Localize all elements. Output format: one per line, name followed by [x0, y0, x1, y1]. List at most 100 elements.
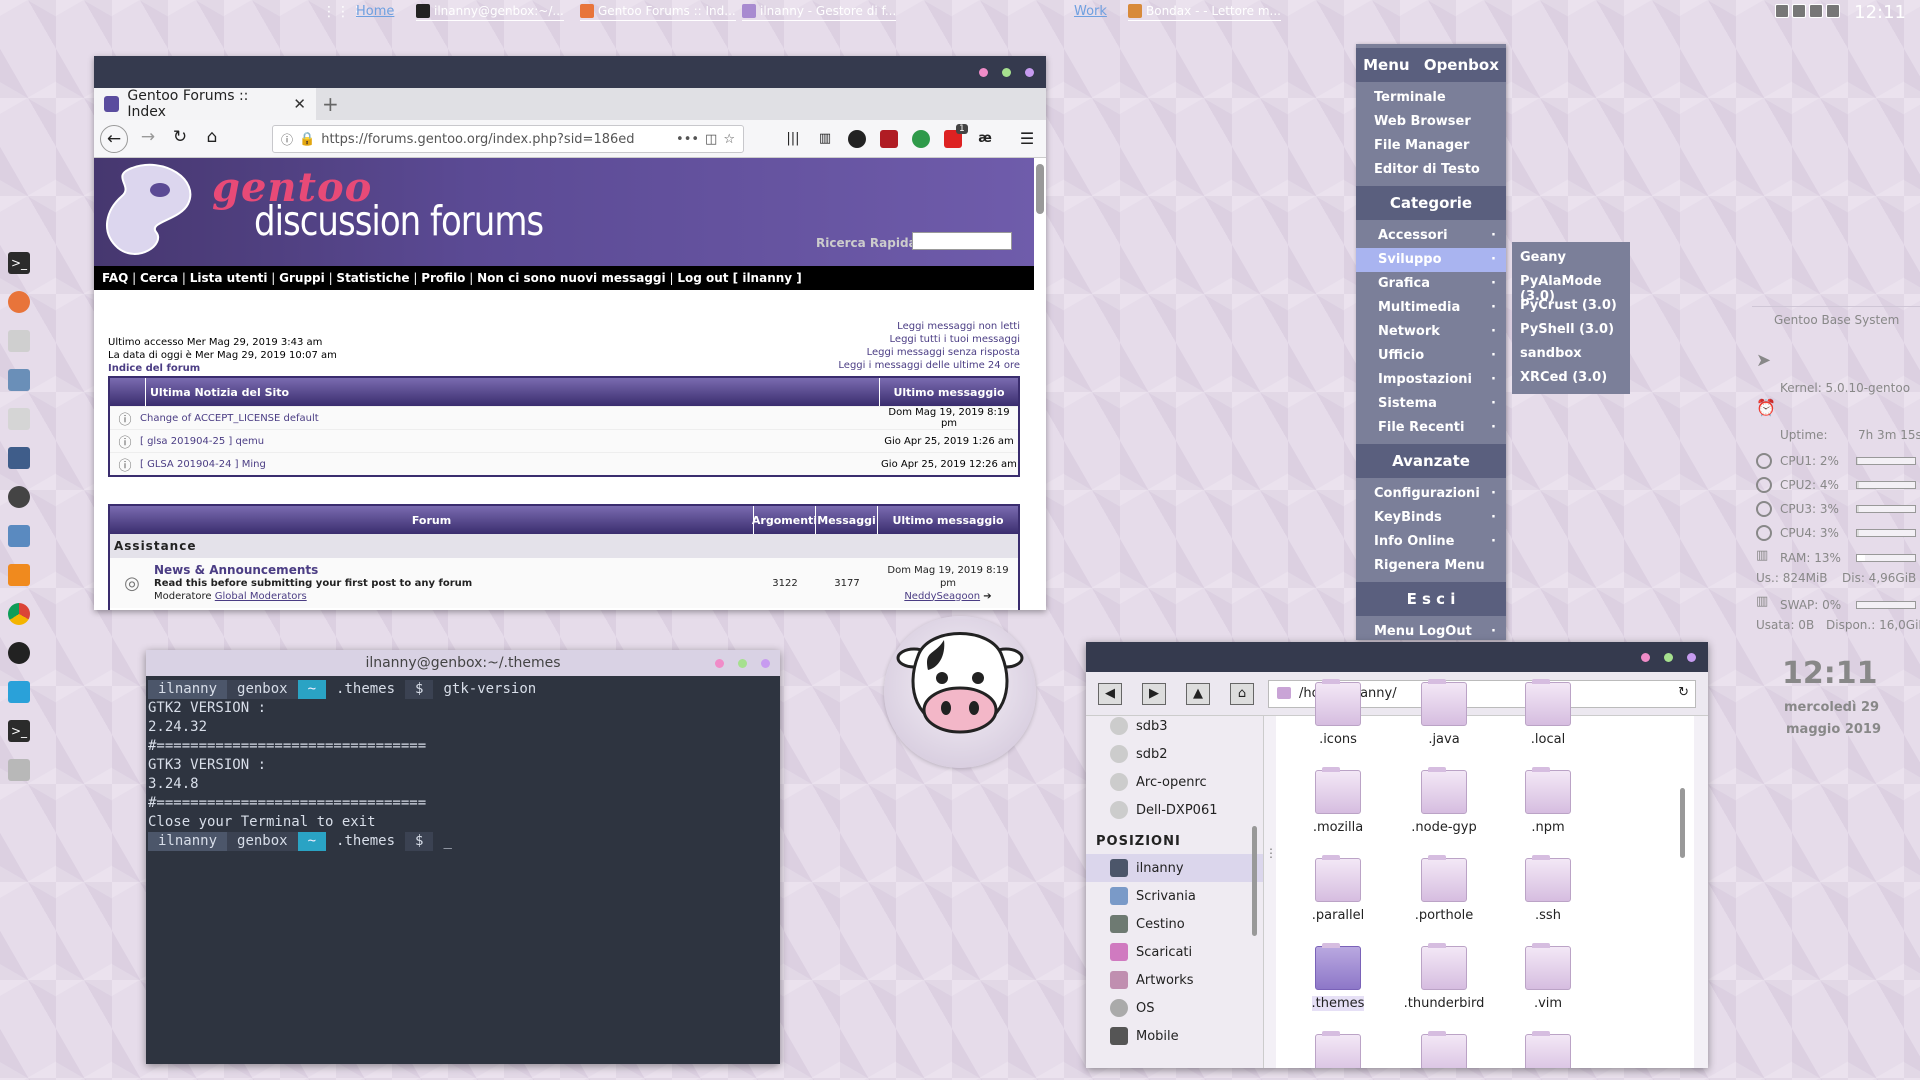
menu-item-web-browser[interactable]: Web Browser [1356, 110, 1506, 134]
menu-new-messages[interactable]: Non ci sono nuovi messaggi [477, 271, 666, 285]
library-icon[interactable]: ||| [784, 130, 802, 148]
minimize-button[interactable] [738, 659, 747, 668]
clipboard-icon[interactable] [1809, 4, 1823, 18]
menu-item-ufficio[interactable]: Ufficio · [1356, 344, 1506, 368]
minimize-button[interactable] [1664, 653, 1673, 662]
task-terminal[interactable]: ilnanny@genbox:~/... [416, 4, 564, 21]
menu-item-grafica[interactable]: Grafica · [1356, 272, 1506, 296]
hamburger-menu-icon[interactable]: ☰ [1018, 130, 1036, 148]
folder-item[interactable]: .vim [1506, 943, 1590, 1011]
folder-item[interactable]: .thunderbird [1402, 943, 1486, 1011]
calculator-icon[interactable] [8, 369, 30, 391]
desktop-home[interactable]: Home [356, 4, 394, 19]
disc-icon[interactable] [8, 642, 30, 664]
file-view-scrollbar[interactable] [1680, 788, 1685, 858]
forum-index-link[interactable]: Indice del forum [108, 362, 337, 375]
menu-item-sistema[interactable]: Sistema · [1356, 392, 1506, 416]
folder-item[interactable]: .parallel [1296, 855, 1380, 923]
home-button[interactable]: ⌂ [200, 127, 224, 151]
quick-search-input[interactable] [912, 232, 1012, 250]
network-icon[interactable] [1792, 4, 1806, 18]
close-button[interactable] [1641, 653, 1650, 662]
folder-item[interactable] [1506, 1031, 1590, 1068]
url-bar[interactable]: ⓘ 🔒 https://forums.gentoo.org/index.php?… [272, 125, 744, 153]
close-button[interactable] [979, 68, 988, 77]
sidebar-icon[interactable]: ▥ [816, 130, 834, 148]
menu-item-sviluppo[interactable]: Sviluppo · [1356, 248, 1506, 272]
file-manager-titlebar[interactable] [1086, 642, 1708, 672]
folder-item[interactable]: .porthole [1402, 855, 1486, 923]
settings-icon[interactable] [8, 486, 30, 508]
link-my-posts[interactable]: Leggi tutti i tuoi messaggi [838, 333, 1020, 346]
writer-icon[interactable] [8, 447, 30, 469]
forum-name-link[interactable]: News & Announcements [154, 563, 754, 577]
submenu-item-pyalamode[interactable]: PyAlaMode (3.0) [1512, 270, 1630, 304]
refresh-icon[interactable]: ↻ [1678, 685, 1689, 700]
folder-item[interactable]: .node-gyp [1402, 767, 1486, 835]
terminal-icon[interactable]: >_ [8, 252, 30, 274]
terminal-icon[interactable]: >_ [8, 720, 30, 742]
menu-faq[interactable]: FAQ [102, 271, 128, 285]
desktop-work[interactable]: Work [1074, 4, 1107, 19]
sidebar-scrollbar[interactable] [1252, 826, 1257, 936]
menu-item-impostazioni[interactable]: Impostazioni · [1356, 368, 1506, 392]
menu-profile[interactable]: Profilo [421, 271, 465, 285]
forward-arrow-icon[interactable]: ▶ [1142, 683, 1166, 705]
submenu-item-pycrust[interactable]: PyCrust (3.0) [1512, 294, 1630, 318]
pocket-icon[interactable]: ◫ [705, 132, 717, 147]
ublock-icon[interactable] [880, 130, 898, 148]
last-post-user[interactable]: NeddySeagoon [904, 591, 980, 602]
sidebar-item-downloads[interactable]: Scaricati [1086, 938, 1263, 966]
info-icon[interactable]: ⓘ [281, 131, 293, 148]
close-button[interactable] [715, 659, 724, 668]
menu-item-multimedia[interactable]: Multimedia · [1356, 296, 1506, 320]
menu-stats[interactable]: Statistiche [336, 271, 409, 285]
folder-item[interactable] [1296, 1031, 1380, 1068]
link-unread[interactable]: Leggi messaggi non letti [838, 320, 1020, 333]
sidebar-item-artworks[interactable]: Artworks [1086, 966, 1263, 994]
menu-item-network[interactable]: Network · [1356, 320, 1506, 344]
vlc-icon[interactable] [8, 564, 30, 586]
back-button[interactable]: ← [100, 125, 128, 153]
device-dell-dxp061[interactable]: Dell-DXP061 [1086, 796, 1263, 824]
chrome-icon[interactable] [8, 603, 30, 625]
task-file-manager[interactable]: ilnanny - Gestore di f... [742, 4, 897, 21]
maximize-button[interactable] [761, 659, 770, 668]
bookmark-star-icon[interactable]: ☆ [723, 132, 735, 147]
addon-green-icon[interactable] [912, 130, 930, 148]
browser-titlebar[interactable] [94, 56, 1046, 88]
volume-icon[interactable] [1775, 4, 1789, 18]
maximize-button[interactable] [1687, 653, 1696, 662]
news-link[interactable]: [ GLSA 201904-24 ] Ming [140, 459, 880, 470]
sidebar-item-trash[interactable]: Cestino [1086, 910, 1263, 938]
sidebar-item-home[interactable]: ilnanny [1086, 854, 1263, 882]
battery-icon[interactable] [1826, 4, 1840, 18]
new-tab-button[interactable]: + [322, 92, 339, 116]
back-arrow-icon[interactable]: ◀ [1098, 683, 1122, 705]
menu-users[interactable]: Lista utenti [190, 271, 268, 285]
maximize-button[interactable] [1025, 68, 1034, 77]
menu-search[interactable]: Cerca [140, 271, 178, 285]
page-scrollbar[interactable] [1036, 164, 1044, 214]
menu-item-logout[interactable]: Menu LogOut · [1356, 620, 1506, 644]
dark-mode-icon[interactable] [848, 130, 866, 148]
page-actions-icon[interactable]: ••• [676, 132, 699, 147]
menu-item-file-manager[interactable]: File Manager [1356, 134, 1506, 158]
menu-groups[interactable]: Gruppi [279, 271, 325, 285]
mail-icon[interactable] [8, 408, 30, 430]
news-link[interactable]: Change of ACCEPT_LICENSE default [140, 413, 880, 424]
sidebar-item-os[interactable]: OS [1086, 994, 1263, 1022]
menu-item-accessori[interactable]: Accessori · [1356, 224, 1506, 248]
device-sdb3[interactable]: sdb3 [1086, 712, 1263, 740]
minimize-button[interactable] [1002, 68, 1011, 77]
menu-item-recent-files[interactable]: File Recenti · [1356, 416, 1506, 440]
firefox-icon[interactable] [8, 291, 30, 313]
menu-item-config[interactable]: Configurazioni · [1356, 482, 1506, 506]
folder-item[interactable]: .mozilla [1296, 767, 1380, 835]
folder-item[interactable]: .local [1506, 679, 1590, 747]
moderator-link[interactable]: Global Moderators [215, 591, 307, 602]
link-last-24h[interactable]: Leggi i messaggi delle ultime 24 ore [838, 359, 1020, 372]
news-link[interactable]: [ glsa 201904-25 ] qemu [140, 436, 880, 447]
menu-item-regenerate[interactable]: Rigenera Menu [1356, 554, 1506, 578]
folder-item[interactable]: .java [1402, 679, 1486, 747]
